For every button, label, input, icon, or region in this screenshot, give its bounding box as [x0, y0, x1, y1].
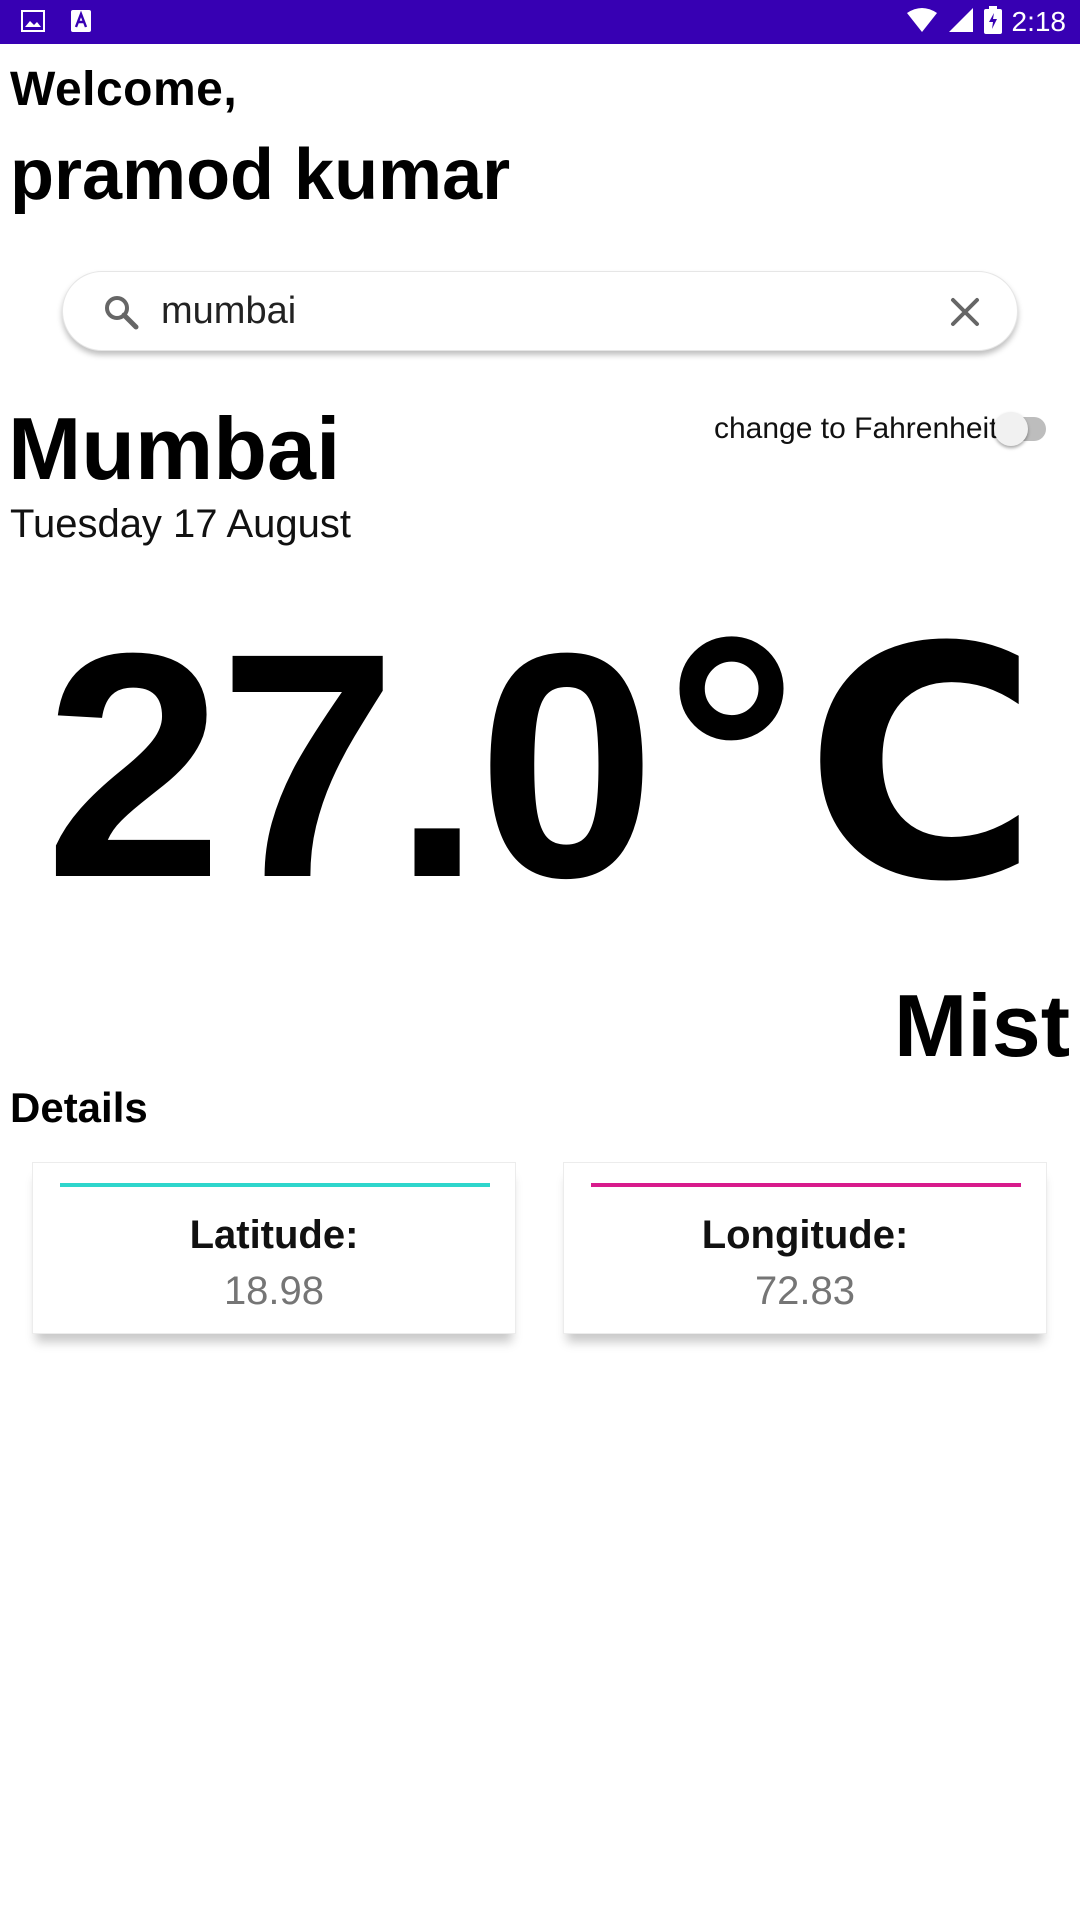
battery-charging-icon — [983, 5, 1002, 39]
temperature-reading: 27.0℃ — [44, 586, 1039, 944]
a-notification-icon — [68, 8, 94, 34]
wifi-icon — [906, 7, 938, 38]
welcome-label: Welcome, — [10, 63, 238, 116]
fahrenheit-toggle-switch[interactable] — [994, 412, 1052, 446]
latitude-card: Latitude: 18.98 — [32, 1162, 516, 1334]
status-bar: 2:18 — [0, 0, 1080, 44]
gallery-notification-icon — [20, 8, 46, 34]
latitude-value: 18.98 — [223, 1269, 325, 1313]
card-accent-bar — [591, 1183, 1021, 1187]
longitude-card: Longitude: 72.83 — [563, 1162, 1047, 1334]
longitude-label: Longitude: — [701, 1213, 909, 1257]
city-search-bar[interactable]: mumbai — [62, 271, 1018, 351]
latitude-label: Latitude: — [189, 1213, 359, 1257]
user-name: pramod kumar — [10, 135, 511, 215]
current-date: Tuesday 17 August — [10, 502, 351, 546]
search-input[interactable]: mumbai — [161, 290, 296, 333]
toggle-thumb — [994, 412, 1028, 446]
weather-condition: Mist — [894, 976, 1070, 1075]
unit-toggle-label: change to Fahrenheit — [714, 412, 998, 445]
search-icon — [101, 292, 141, 332]
close-icon[interactable] — [947, 294, 983, 330]
longitude-value: 72.83 — [754, 1269, 856, 1313]
city-name: Mumbai — [8, 399, 341, 498]
details-heading: Details — [10, 1084, 148, 1131]
clock-time: 2:18 — [1011, 6, 1067, 37]
app-screen: 2:18 Welcome, pramod kumar mumbai Mumbai… — [0, 0, 1080, 1920]
card-accent-bar — [60, 1183, 490, 1187]
cell-signal-icon — [948, 7, 974, 38]
